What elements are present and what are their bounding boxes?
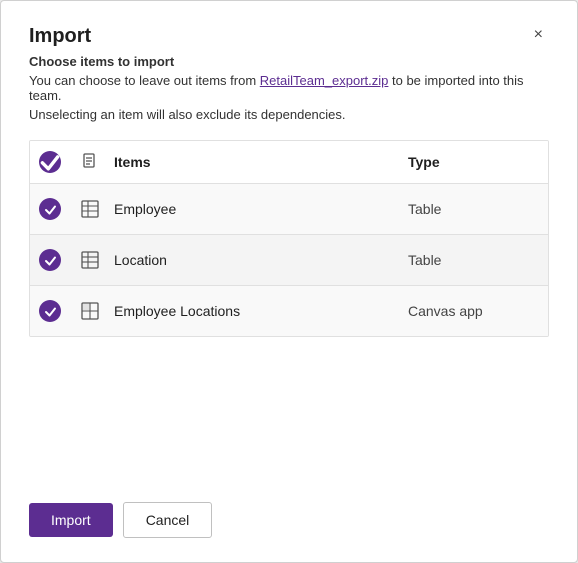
row3-checkbox[interactable]: [39, 300, 61, 322]
items-table: Items Type Employee Tab: [29, 140, 549, 337]
subtitle-line1: Choose items to import: [29, 54, 549, 69]
row2-name: Location: [110, 252, 408, 268]
import-dialog: Import × Choose items to import You can …: [0, 0, 578, 563]
items-column-header: Items: [110, 154, 408, 170]
row2-icon-cell: [70, 250, 110, 270]
row3-check-cell: [30, 300, 70, 322]
row1-checkbox[interactable]: [39, 198, 61, 220]
type-column-header: Type: [408, 154, 548, 170]
close-button[interactable]: ×: [528, 25, 549, 45]
table-header-row: Items Type: [30, 141, 548, 184]
document-icon: [80, 152, 100, 172]
row2-check-icon: [44, 254, 57, 267]
subtitle-text: You can choose to leave out items from: [29, 73, 260, 88]
export-link[interactable]: RetailTeam_export.zip: [260, 73, 389, 88]
cancel-button[interactable]: Cancel: [123, 502, 213, 538]
table-row: Location Table: [30, 235, 548, 286]
header-icon-cell: [70, 152, 110, 172]
dialog-title: Import: [29, 25, 91, 48]
row1-check-icon: [44, 203, 57, 216]
row3-check-icon: [44, 305, 57, 318]
row1-type: Table: [408, 201, 548, 217]
header-check-cell: [30, 151, 70, 173]
row3-name: Employee Locations: [110, 303, 408, 319]
row1-name: Employee: [110, 201, 408, 217]
table-row: Employee Locations Canvas app: [30, 286, 548, 336]
canvas-app-icon: [80, 301, 100, 321]
dialog-header: Import ×: [29, 25, 549, 48]
header-check-icon: [39, 151, 61, 173]
table-grid-icon-2: [80, 250, 100, 270]
header-checkbox[interactable]: [39, 151, 61, 173]
import-button[interactable]: Import: [29, 503, 113, 537]
row2-check-cell: [30, 249, 70, 271]
row1-icon-cell: [70, 199, 110, 219]
table-row: Employee Table: [30, 184, 548, 235]
dialog-footer: Import Cancel: [29, 486, 549, 538]
subtitle-line2: You can choose to leave out items from R…: [29, 73, 549, 103]
table-grid-icon: [80, 199, 100, 219]
subtitle-line3: Unselecting an item will also exclude it…: [29, 107, 549, 122]
row2-type: Table: [408, 252, 548, 268]
row1-check-cell: [30, 198, 70, 220]
subtitle-heading: Choose items to import: [29, 54, 174, 69]
row3-icon-cell: [70, 301, 110, 321]
row3-type: Canvas app: [408, 303, 548, 319]
row2-checkbox[interactable]: [39, 249, 61, 271]
